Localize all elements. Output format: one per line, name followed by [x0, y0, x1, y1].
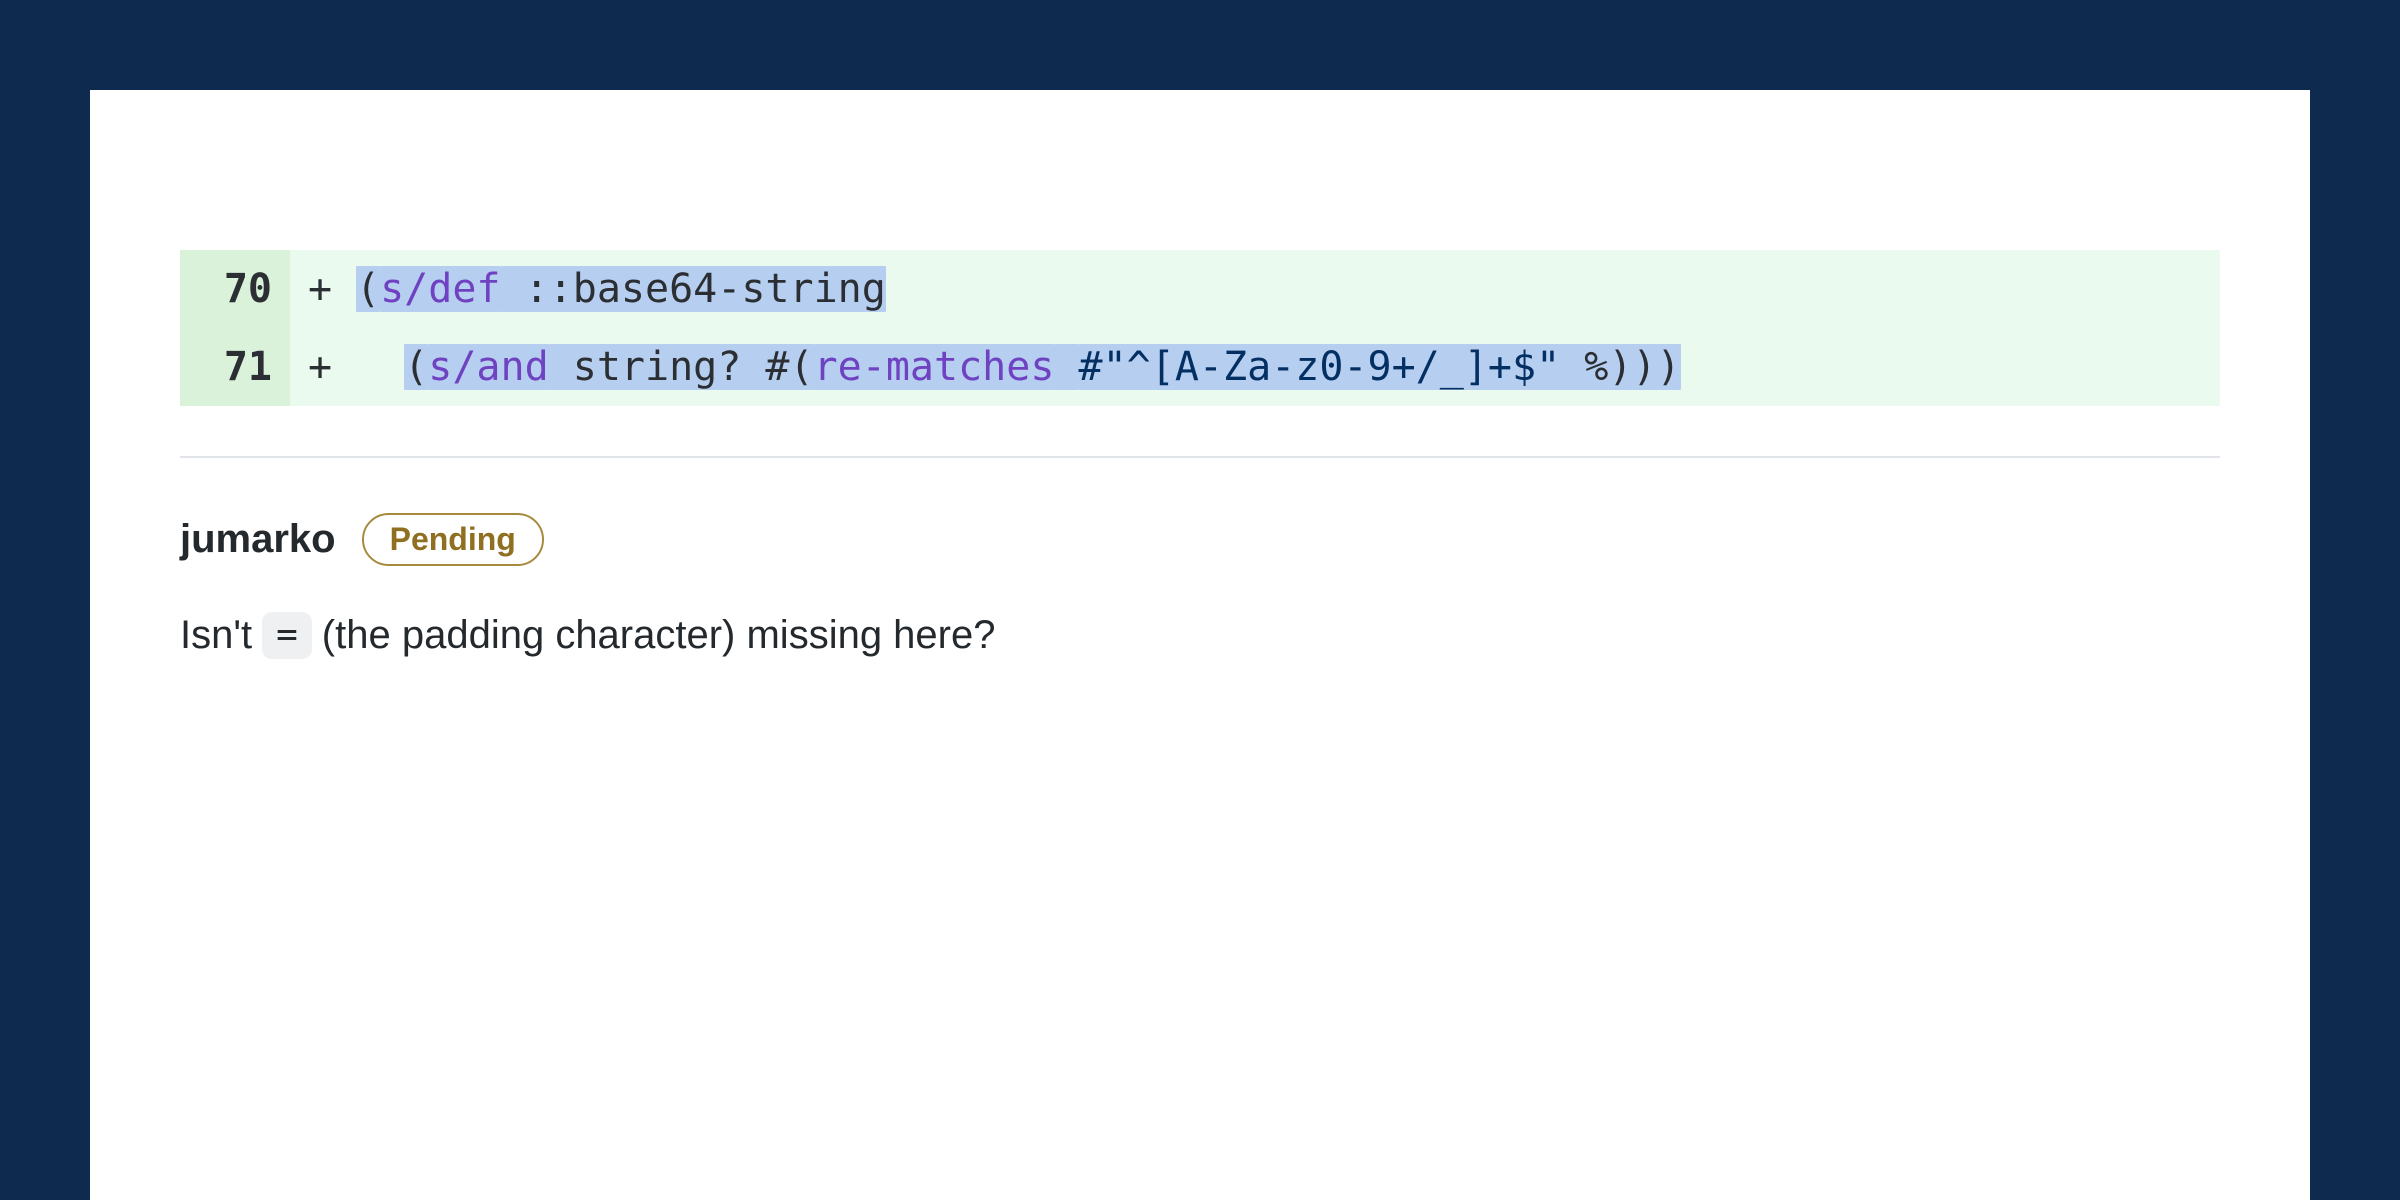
diff-marker: +: [290, 328, 350, 406]
comment-body: Isn't = (the padding character) missing …: [180, 612, 2220, 659]
diff-row[interactable]: 70 + (s/def ::base64-string: [180, 250, 2220, 328]
comment-header: jumarko Pending: [180, 513, 2220, 566]
line-number[interactable]: 71: [180, 328, 290, 406]
review-card: 70 + (s/def ::base64-string 71 + (s/and …: [90, 90, 2310, 1200]
code-line[interactable]: (s/def ::base64-string: [350, 250, 2220, 328]
comment-text-post: (the padding character) missing here?: [322, 613, 996, 658]
divider: [180, 456, 2220, 458]
inline-code: =: [262, 612, 312, 659]
comment-text-pre: Isn't: [180, 613, 252, 658]
diff-block: 70 + (s/def ::base64-string 71 + (s/and …: [180, 250, 2220, 406]
code-line[interactable]: (s/and string? #(re-matches #"^[A-Za-z0-…: [350, 328, 2220, 406]
status-badge: Pending: [362, 513, 544, 566]
diff-row[interactable]: 71 + (s/and string? #(re-matches #"^[A-Z…: [180, 328, 2220, 406]
review-comment: jumarko Pending Isn't = (the padding cha…: [180, 513, 2220, 659]
line-number[interactable]: 70: [180, 250, 290, 328]
comment-author[interactable]: jumarko: [180, 517, 336, 562]
diff-marker: +: [290, 250, 350, 328]
